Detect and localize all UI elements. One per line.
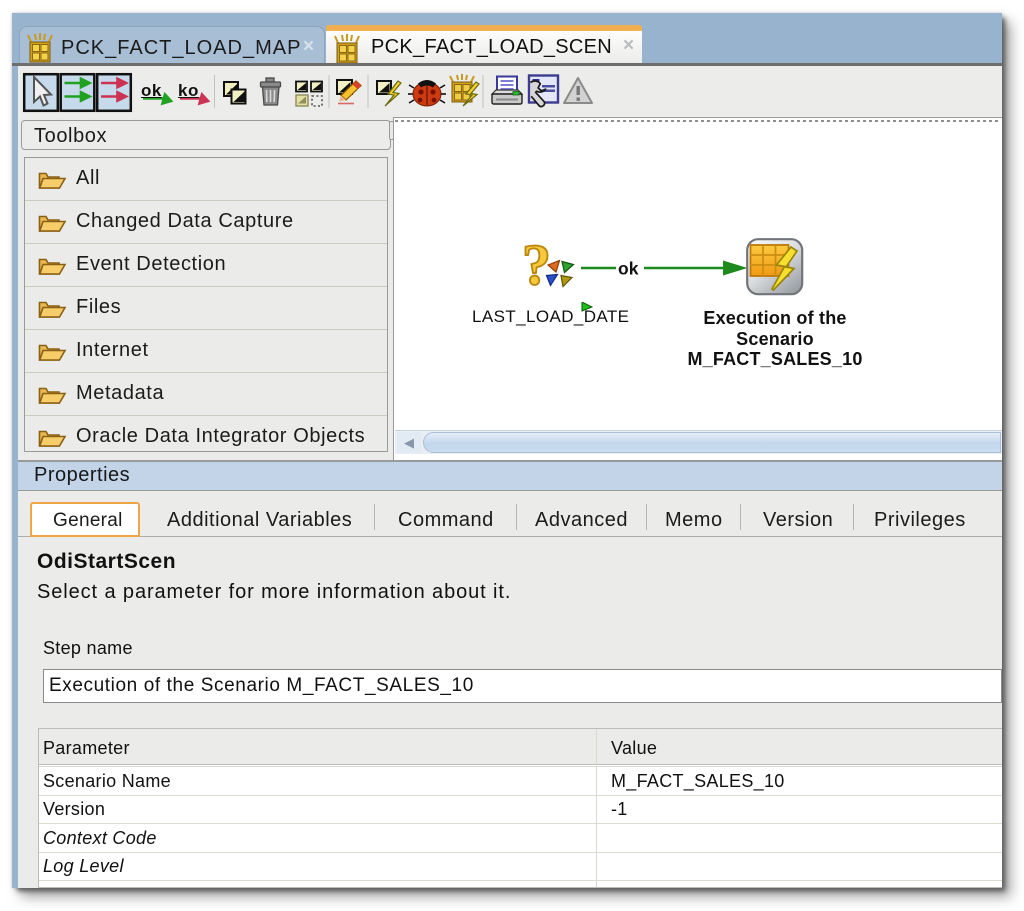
svg-text:?: ? bbox=[523, 243, 551, 295]
svg-text:ok: ok bbox=[618, 259, 639, 279]
